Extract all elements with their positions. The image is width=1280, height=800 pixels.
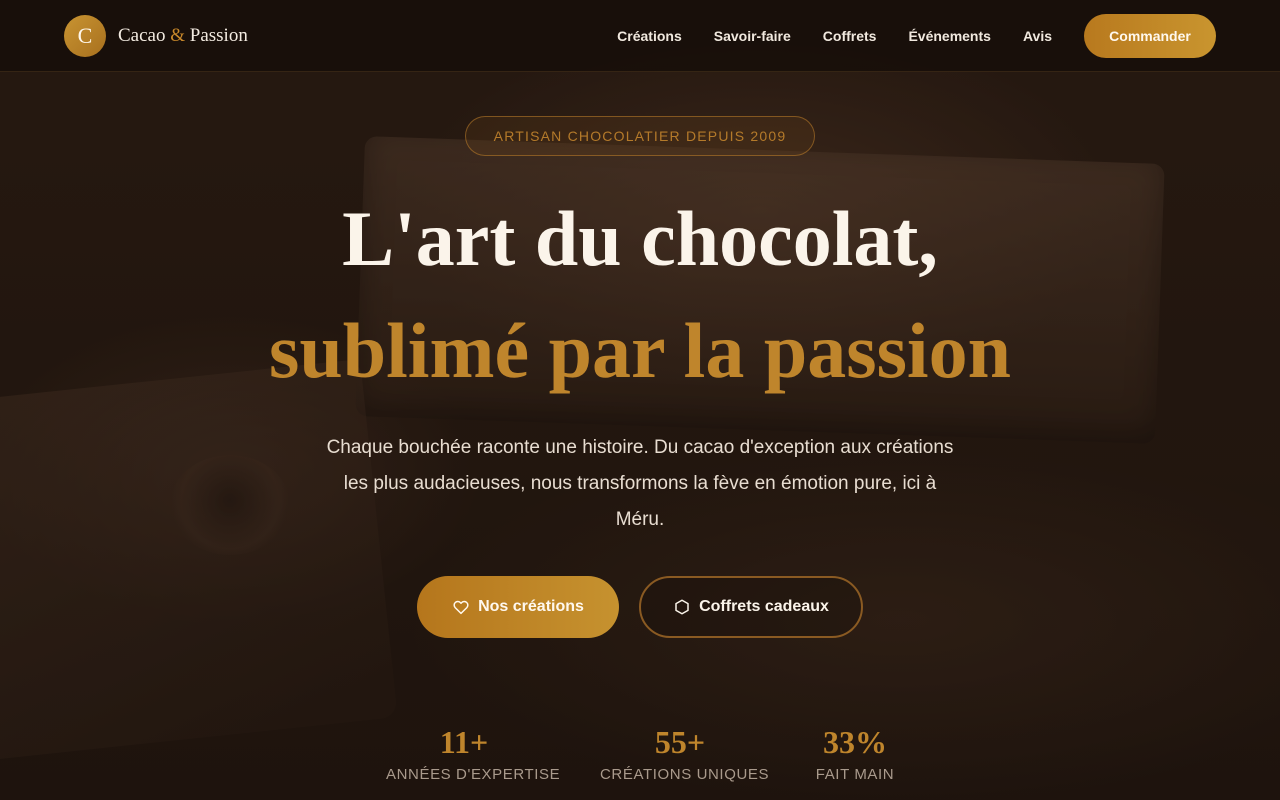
hero-badge: ARTISAN CHOCOLATIER DEPUIS 2009 (465, 116, 815, 156)
nav-link-coffrets[interactable]: Coffrets (823, 28, 877, 44)
creations-button-label: Nos créations (478, 598, 584, 615)
hexagon-icon (673, 598, 691, 616)
creations-button[interactable]: Nos créations (417, 576, 619, 638)
brand-name-part1: Cacao (118, 24, 166, 46)
nav-link-avis[interactable]: Avis (1023, 28, 1052, 44)
brand-name-part2: Passion (189, 24, 248, 46)
navbar: C Cacao & Passion Créations Savoir-faire… (0, 0, 1280, 72)
nav-link-evenements[interactable]: Événements (908, 28, 990, 44)
gift-boxes-button[interactable]: Coffrets cadeaux (639, 576, 863, 638)
heart-icon (452, 598, 470, 616)
stat-label: CRÉATIONS UNIQUES (600, 766, 770, 783)
hero-title-line2: sublimé par la passion (269, 307, 1011, 394)
stat-expertise: 11+ ANNÉES D'EXPERTISE (386, 724, 561, 783)
hero-description: Chaque bouchée raconte une histoire. Du … (326, 437, 954, 530)
brand[interactable]: C Cacao & Passion (64, 14, 248, 57)
stat-label: FAIT MAIN (815, 766, 895, 783)
nav-links: Créations Savoir-faire Coffrets Événemen… (617, 13, 1216, 58)
hero-title-line1: L'art du chocolat, (342, 195, 938, 282)
stat-label: ANNÉES D'EXPERTISE (386, 766, 561, 783)
stat-creations: 55+ CRÉATIONS UNIQUES (600, 724, 770, 783)
gift-boxes-button-label: Coffrets cadeaux (699, 598, 829, 615)
logo[interactable]: C (64, 14, 106, 57)
stat-value: 33% (823, 724, 887, 760)
stat-value: 55+ (654, 724, 706, 760)
stat-value: 11+ (439, 724, 489, 760)
hero-section: ARTISAN CHOCOLATIER DEPUIS 2009 L'art du… (0, 72, 1280, 800)
brand-name[interactable]: Cacao & Passion (118, 25, 248, 47)
nav-link-savoir-faire[interactable]: Savoir-faire (714, 28, 791, 44)
brand-name-amp: & (170, 24, 186, 46)
nav-link-creations[interactable]: Créations (617, 28, 682, 44)
stat-handmade: 33% FAIT MAIN (812, 724, 898, 783)
order-button[interactable]: Commander (1084, 13, 1216, 58)
